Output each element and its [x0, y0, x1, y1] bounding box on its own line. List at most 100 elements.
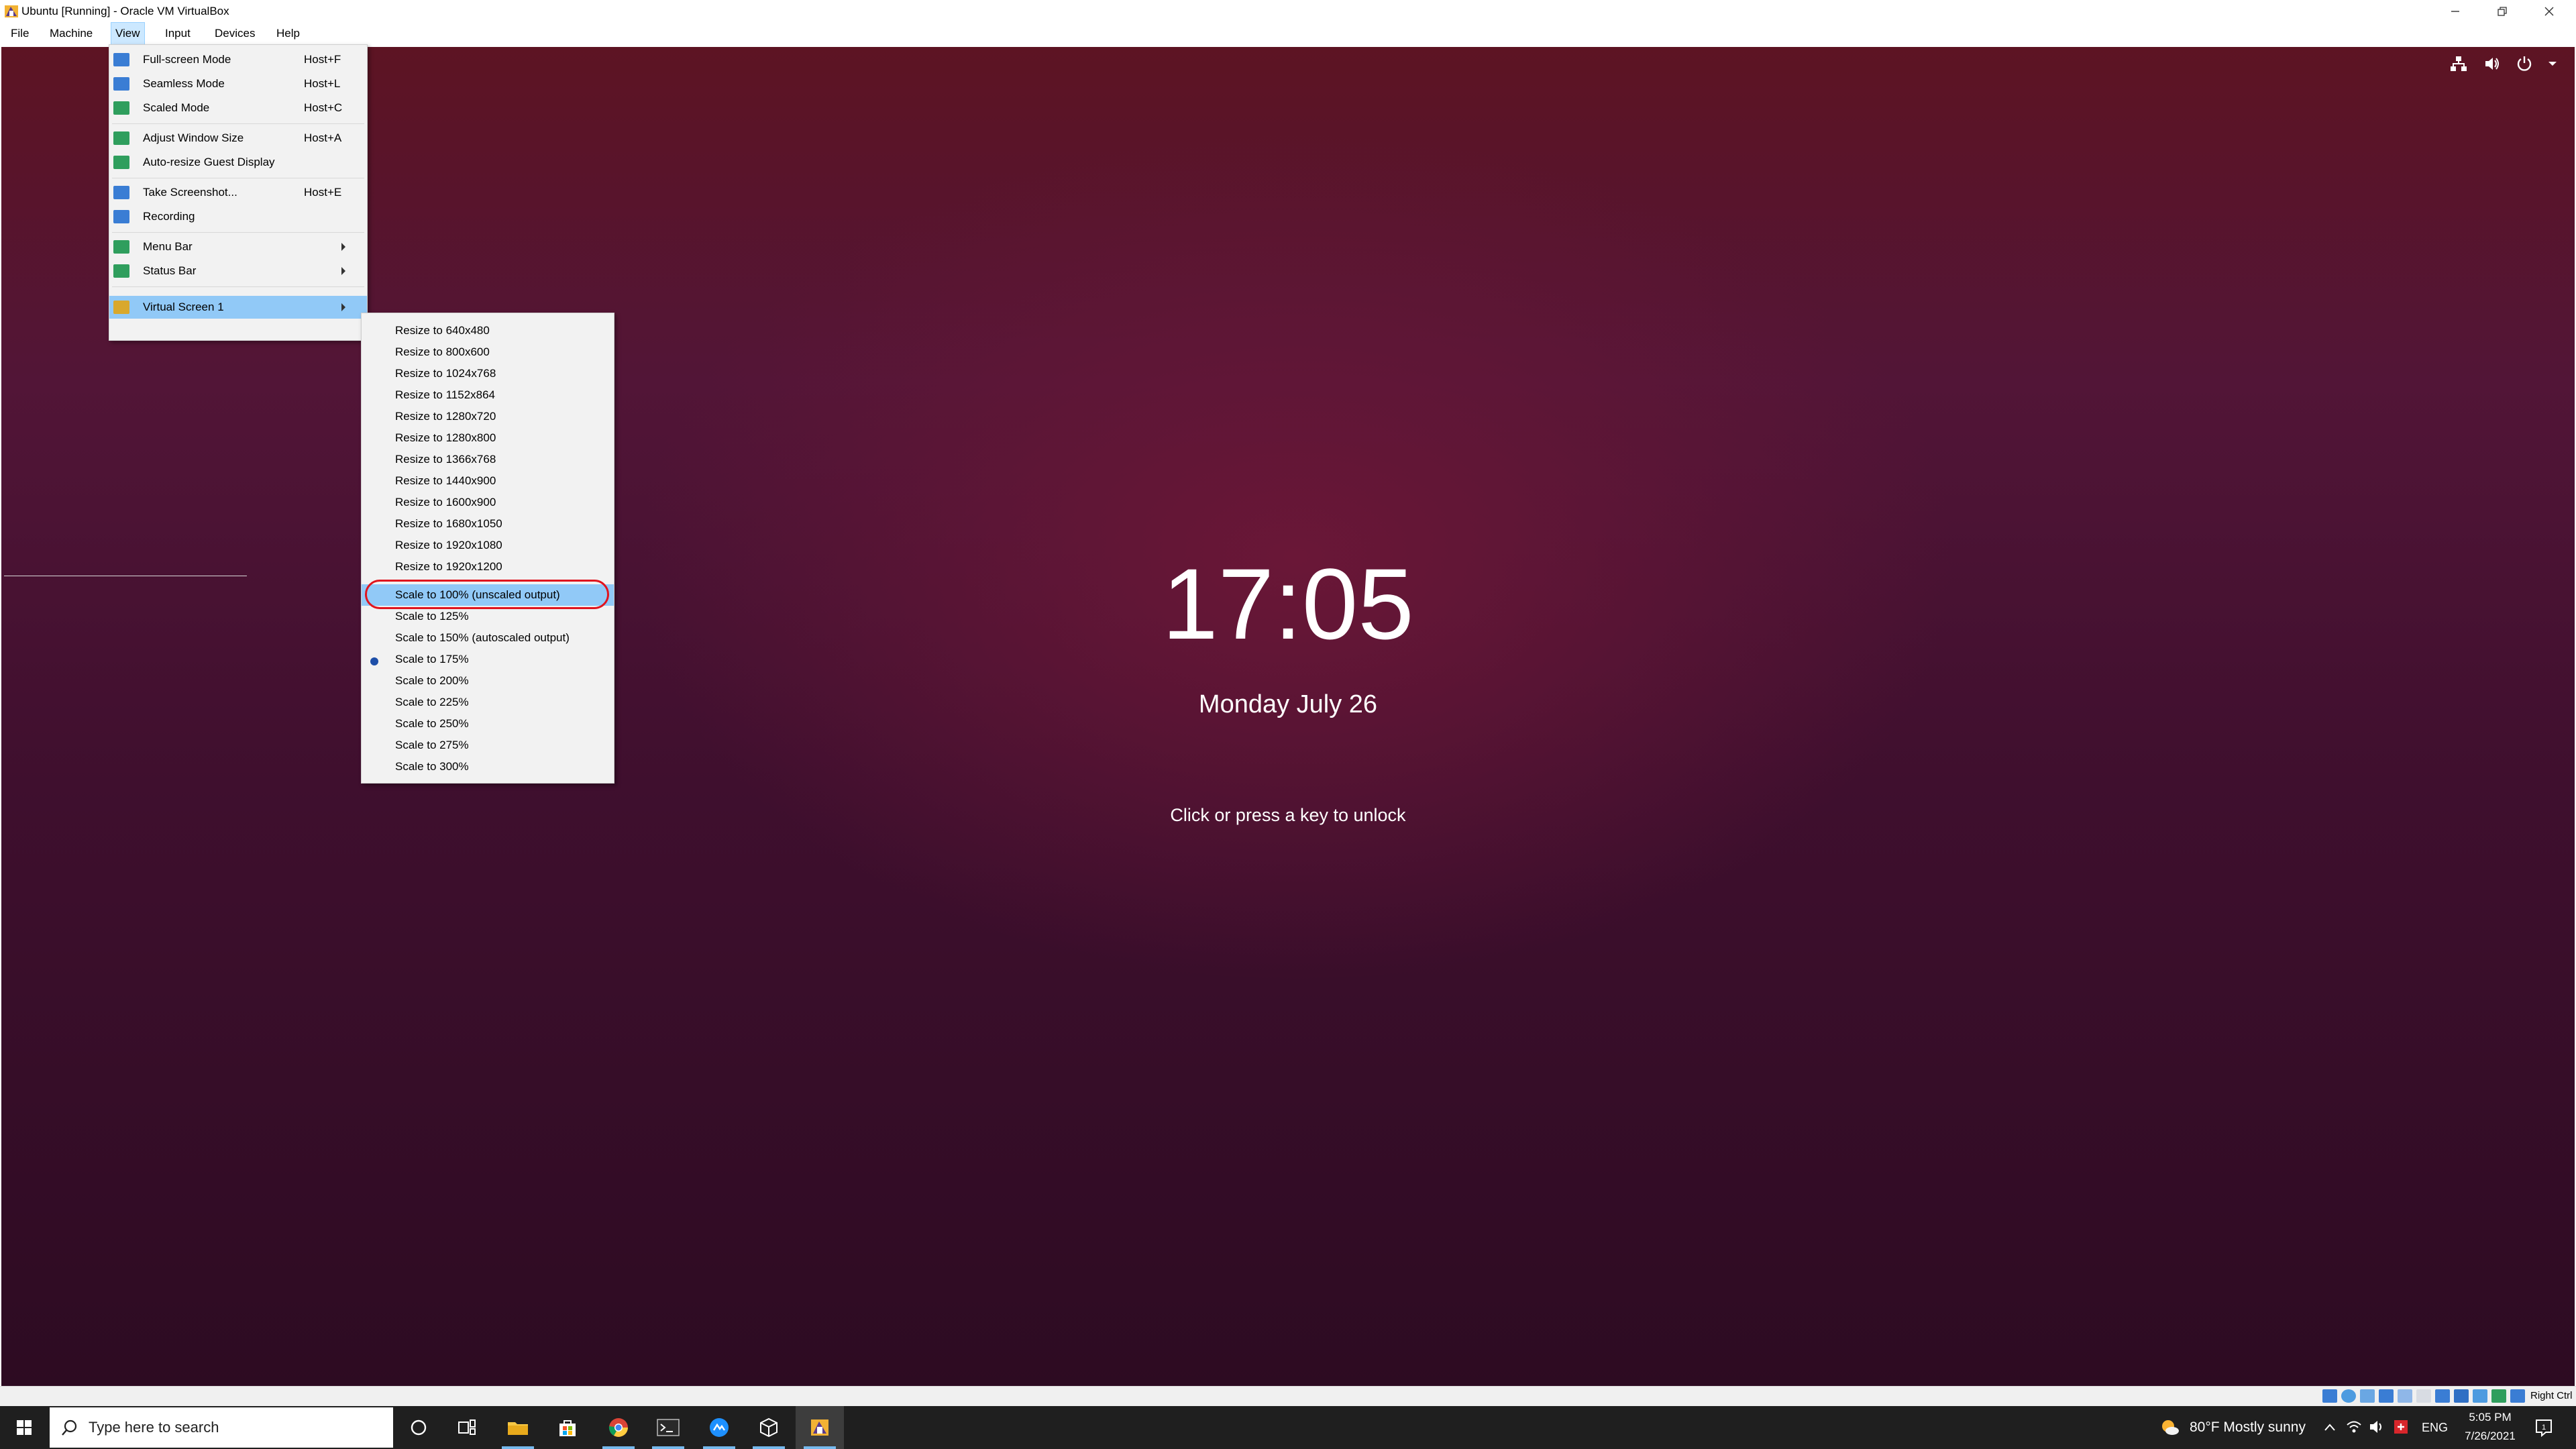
file-explorer-icon[interactable]	[494, 1406, 542, 1449]
network-adapter-icon[interactable]	[2379, 1389, 2394, 1403]
display-icon[interactable]	[2435, 1389, 2450, 1403]
optical-drive-icon[interactable]	[2341, 1389, 2356, 1403]
menu-item-status-bar[interactable]: Status Bar	[109, 260, 367, 282]
scaled-mode-icon	[113, 101, 129, 115]
menu-view[interactable]: View	[111, 22, 145, 45]
wifi-icon[interactable]	[2345, 1418, 2363, 1436]
notifications-icon[interactable]: 1	[2533, 1417, 2555, 1438]
submenu-item-scale[interactable]: Scale to 225%	[362, 692, 614, 713]
shared-folders-icon[interactable]	[2416, 1389, 2431, 1403]
submenu-item-resize[interactable]: Resize to 1152x864	[362, 384, 614, 406]
host-key-label: Right Ctrl	[2530, 1390, 2573, 1401]
submenu-item-scale[interactable]: Scale to 150% (autoscaled output)	[362, 627, 614, 649]
menu-item-full-screen-mode[interactable]: Full-screen Mode Host+F	[109, 48, 367, 71]
submenu-item-scale[interactable]: Scale to 300%	[362, 756, 614, 777]
menu-item-adjust-window-size[interactable]: Adjust Window Size Host+A	[109, 127, 367, 150]
virtualbox-app-icon	[4, 4, 19, 19]
submenu-item-resize[interactable]: Resize to 1280x800	[362, 427, 614, 449]
virtual-screen-icon	[113, 301, 129, 314]
menu-item-recording[interactable]: Recording	[109, 205, 367, 228]
submenu-arrow-icon	[341, 267, 345, 275]
task-view-icon[interactable]	[443, 1406, 491, 1449]
restore-icon[interactable]	[2482, 0, 2522, 23]
adjust-window-icon	[113, 131, 129, 145]
submenu-item-resize[interactable]: Resize to 1440x900	[362, 470, 614, 492]
weather-text[interactable]: 80°F Mostly sunny	[2190, 1407, 2306, 1448]
menu-separator	[112, 123, 364, 124]
hard-disk-icon[interactable]	[2322, 1389, 2337, 1403]
menu-help[interactable]: Help	[272, 23, 304, 44]
menu-separator	[112, 286, 364, 287]
submenu-item-resize[interactable]: Resize to 800x600	[362, 341, 614, 363]
minimize-icon[interactable]	[2435, 0, 2475, 23]
start-icon[interactable]	[0, 1406, 48, 1449]
window-title: Ubuntu [Running] - Oracle VM VirtualBox	[21, 5, 229, 17]
menu-file[interactable]: File	[7, 23, 33, 44]
menu-item-seamless-mode[interactable]: Seamless Mode Host+L	[109, 72, 367, 95]
submenu-item-scale[interactable]: Scale to 275%	[362, 735, 614, 756]
red-annotation-ellipse	[365, 580, 609, 609]
vpn-icon[interactable]	[2392, 1418, 2410, 1436]
submenu-item-resize[interactable]: Resize to 1600x900	[362, 492, 614, 513]
submenu-arrow-icon	[341, 243, 345, 251]
keyboard-capture-icon[interactable]	[2510, 1389, 2525, 1403]
virtualbox-icon[interactable]	[796, 1406, 844, 1449]
menu-devices[interactable]: Devices	[211, 23, 259, 44]
dropdown-arrow-icon[interactable]	[2542, 54, 2563, 74]
menu-bar	[0, 23, 2576, 44]
cortana-icon[interactable]	[394, 1406, 443, 1449]
menu-machine[interactable]: Machine	[46, 23, 97, 44]
submenu-item-scale[interactable]: Scale to 200%	[362, 670, 614, 692]
volume-icon[interactable]	[2482, 54, 2502, 74]
recording-status-icon[interactable]	[2454, 1389, 2469, 1403]
menu-item-scaled-mode[interactable]: Scaled Mode Host+C	[109, 97, 367, 119]
mouse-integration-icon[interactable]	[2491, 1389, 2506, 1403]
submenu-item-resize[interactable]: Resize to 1366x768	[362, 449, 614, 470]
screenshot-icon	[113, 186, 129, 199]
menu-input[interactable]: Input	[161, 23, 195, 44]
submenu-item-scale-175[interactable]: Scale to 175%	[362, 649, 614, 670]
submenu-item-scale[interactable]: Scale to 250%	[362, 713, 614, 735]
speaker-icon[interactable]	[2368, 1418, 2385, 1436]
full-screen-icon	[113, 53, 129, 66]
input-language[interactable]: ENG	[2422, 1407, 2448, 1448]
submenu-item-resize[interactable]: Resize to 1920x1200	[362, 556, 614, 578]
auto-resize-icon	[113, 156, 129, 169]
recording-icon	[113, 210, 129, 223]
lock-screen-date: Monday July 26	[1198, 690, 1378, 718]
menu-item-take-screenshot[interactable]: Take Screenshot... Host+E	[109, 181, 367, 204]
taskbar-clock-date[interactable]: 7/26/2021	[2457, 1428, 2524, 1445]
submenu-item-resize[interactable]: Resize to 1280x720	[362, 406, 614, 427]
usb-icon[interactable]	[2398, 1389, 2412, 1403]
chevron-up-icon[interactable]	[2322, 1421, 2337, 1434]
lock-screen-clock: 17:05	[1162, 547, 1414, 660]
network-icon[interactable]	[2449, 54, 2469, 74]
package-icon[interactable]	[745, 1406, 793, 1449]
search-placeholder: Type here to search	[89, 1419, 219, 1436]
menu-item-virtual-screen-1[interactable]: Virtual Screen 1	[109, 296, 367, 319]
store-icon[interactable]	[543, 1406, 592, 1449]
audio-icon[interactable]	[2360, 1389, 2375, 1403]
submenu-item-resize[interactable]: Resize to 1920x1080	[362, 535, 614, 556]
chrome-icon[interactable]	[594, 1406, 643, 1449]
weather-sun-icon[interactable]	[2159, 1417, 2180, 1438]
menu-item-menu-bar[interactable]: Menu Bar	[109, 235, 367, 258]
submenu-arrow-icon	[341, 303, 345, 311]
selected-radio-icon	[370, 657, 378, 665]
menu-bar-icon	[113, 240, 129, 254]
virtual-screen-submenu: Resize to 640x480 Resize to 800x600 Resi…	[361, 313, 614, 784]
power-icon[interactable]	[2514, 54, 2534, 74]
menu-item-auto-resize[interactable]: Auto-resize Guest Display	[109, 151, 367, 174]
submenu-item-resize[interactable]: Resize to 640x480	[362, 320, 614, 341]
close-icon[interactable]	[2529, 0, 2569, 23]
window-title-bar[interactable]	[0, 0, 2576, 23]
cpu-icon[interactable]	[2473, 1389, 2487, 1403]
maps-icon[interactable]	[695, 1406, 743, 1449]
terminal-icon[interactable]	[644, 1406, 692, 1449]
taskbar-clock-time[interactable]: 5:05 PM	[2457, 1409, 2524, 1426]
status-bar-icon	[113, 264, 129, 278]
seamless-icon	[113, 77, 129, 91]
submenu-item-resize[interactable]: Resize to 1680x1050	[362, 513, 614, 535]
search-icon	[60, 1418, 79, 1437]
submenu-item-resize[interactable]: Resize to 1024x768	[362, 363, 614, 384]
